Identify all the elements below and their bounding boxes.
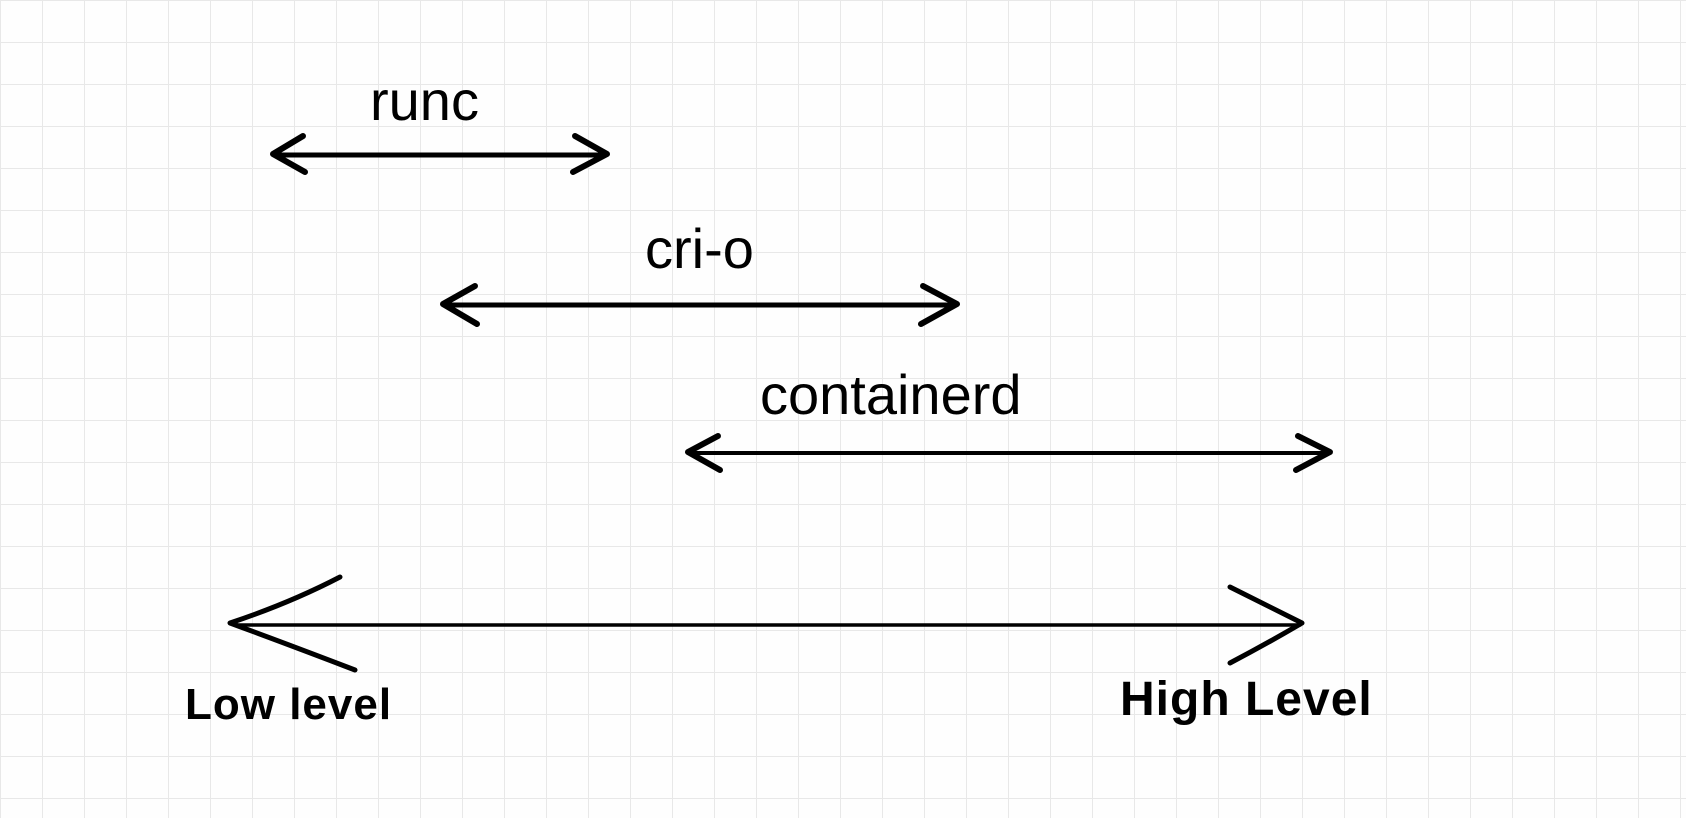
axis-low-label: Low level: [185, 680, 392, 730]
containerd-label: containerd: [760, 362, 1022, 427]
containerd-arrow: [680, 438, 1340, 483]
runc-arrow: [265, 140, 615, 185]
axis-arrow: [220, 595, 1320, 680]
runc-label: runc: [370, 68, 479, 133]
axis-high-label: High Level: [1120, 672, 1373, 727]
crio-arrow: [435, 290, 965, 335]
crio-label: cri-o: [645, 216, 754, 281]
